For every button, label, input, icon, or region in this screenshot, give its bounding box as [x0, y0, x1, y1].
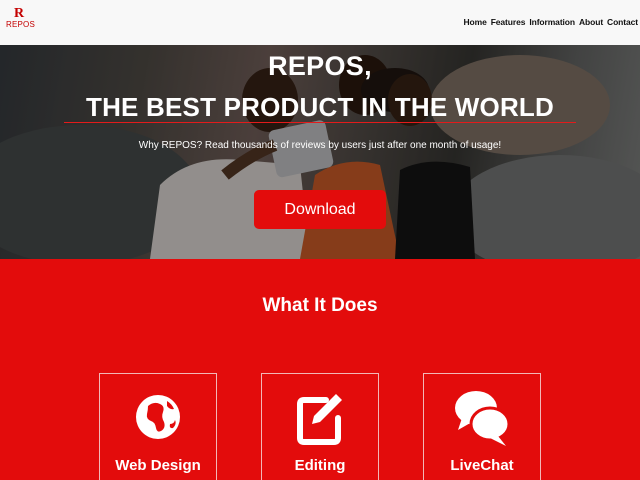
brand-logo[interactable]: R REPOS — [6, 6, 36, 30]
hero-section: REPOS, THE BEST PRODUCT IN THE WORLD Why… — [0, 45, 640, 259]
brand-name: REPOS — [6, 20, 36, 29]
nav-link-home[interactable]: Home — [463, 17, 486, 27]
hero-subtitle: Why REPOS? Read thousands of reviews by … — [138, 140, 502, 151]
chat-icon — [424, 384, 540, 450]
nav-link-about[interactable]: About — [579, 17, 603, 27]
features-title: What It Does — [262, 295, 378, 316]
feature-card-label: Web Design — [115, 457, 201, 474]
globe-icon — [100, 384, 216, 450]
hero-divider — [64, 122, 576, 123]
feature-card-label: LiveChat — [450, 457, 514, 474]
feature-card-web-design[interactable]: Web Design — [99, 373, 217, 480]
nav-link-contact[interactable]: Contact — [607, 17, 638, 27]
feature-card-label: Editing — [294, 457, 346, 474]
edit-icon — [262, 384, 378, 450]
hero-title-line1: REPOS, — [268, 51, 372, 81]
feature-card-editing[interactable]: Editing — [261, 373, 379, 480]
nav-link-features[interactable]: Features — [491, 17, 526, 27]
brand-mark: R — [13, 6, 25, 21]
hero-title-line2: THE BEST PRODUCT IN THE WORLD — [85, 92, 554, 122]
nav-link-information[interactable]: Information — [529, 17, 575, 27]
download-button[interactable]: Download — [254, 190, 386, 229]
feature-card-livechat[interactable]: LiveChat — [423, 373, 541, 480]
nav-links: Home Features Information About Contact — [463, 17, 638, 27]
navbar: R REPOS Home Features Information About … — [0, 0, 640, 45]
